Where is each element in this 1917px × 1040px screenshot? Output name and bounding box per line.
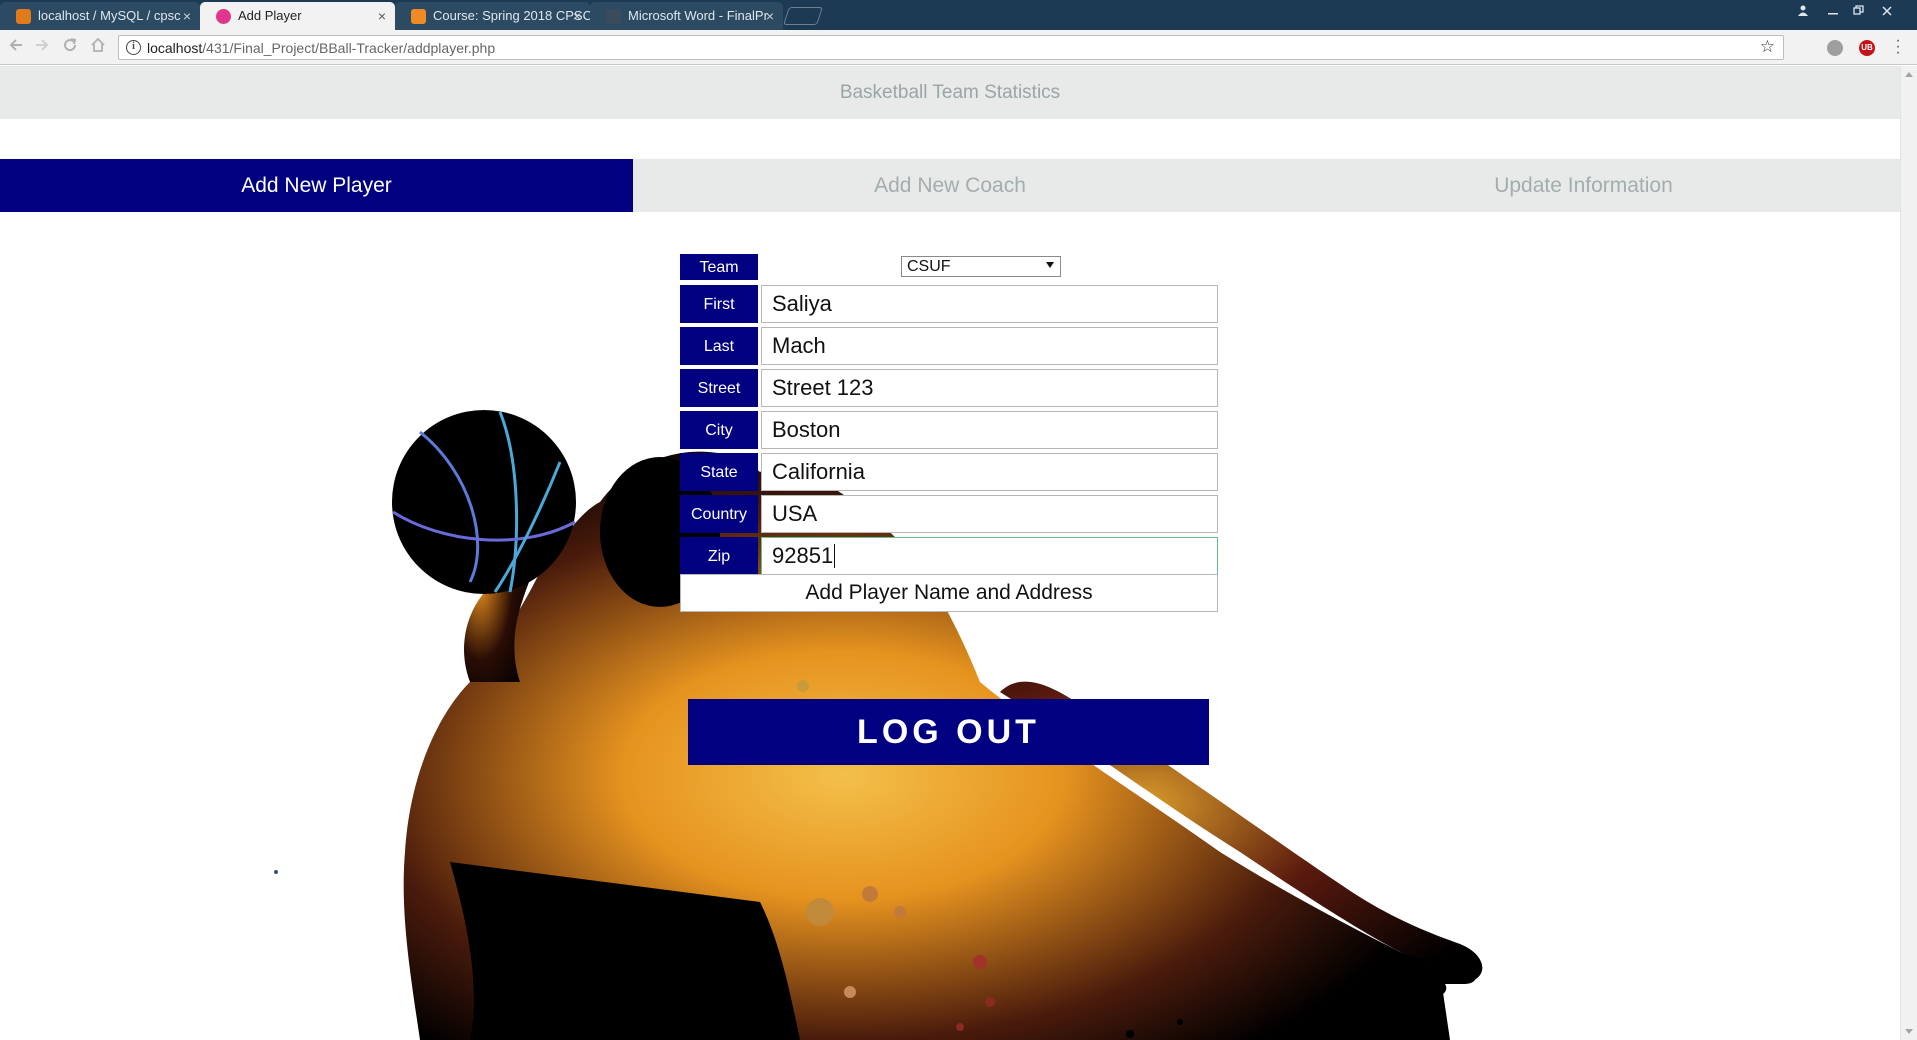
browser-tab-title: Microsoft Word - FinalPr — [628, 8, 768, 23]
browser-tab-title: Add Player — [238, 8, 302, 23]
zip-label: Zip — [680, 537, 758, 575]
page-favicon-icon — [216, 9, 231, 24]
basketball-icon — [392, 410, 576, 594]
minimize-icon[interactable] — [1822, 4, 1844, 20]
profile-icon[interactable] — [1792, 4, 1814, 20]
street-input[interactable]: Street 123 — [761, 369, 1218, 407]
last-name-input[interactable]: Mach — [761, 327, 1218, 365]
dropdown-arrow-icon — [1046, 262, 1054, 268]
zip-row: Zip 92851 — [680, 537, 1218, 575]
moodle-favicon-icon — [411, 9, 426, 24]
tab-close-icon[interactable]: × — [378, 2, 386, 30]
browser-tab-title: localhost / MySQL / cpsc — [38, 8, 181, 23]
tab-close-icon[interactable]: × — [573, 2, 581, 30]
first-name-label: First Name — [680, 285, 758, 351]
scroll-up-arrow-icon[interactable] — [1905, 72, 1913, 77]
browser-tab-course[interactable]: Course: Spring 2018 CPSC × — [395, 2, 590, 30]
street-row: Street Street 123 — [680, 369, 1218, 407]
new-tab-button[interactable] — [783, 7, 823, 25]
site-info-icon[interactable]: i — [126, 40, 141, 55]
city-row: City Boston — [680, 411, 1218, 449]
nav-tab-add-new-coach[interactable]: Add New Coach — [633, 159, 1267, 212]
browser-menu-icon[interactable]: · · · — [1893, 33, 1903, 61]
url-host: localhost — [147, 40, 203, 56]
reload-icon[interactable] — [60, 37, 80, 57]
home-icon[interactable] — [88, 37, 108, 57]
last-name-row: Last Name Mach — [680, 327, 1218, 393]
logout-button[interactable]: LOG OUT — [688, 699, 1209, 765]
city-input[interactable]: Boston — [761, 411, 1218, 449]
state-row: State California — [680, 453, 1218, 491]
tab-close-icon[interactable]: × — [183, 2, 191, 30]
restore-icon[interactable] — [1847, 4, 1869, 20]
browser-tab-title: Course: Spring 2018 CPSC — [433, 8, 590, 23]
street-label: Street — [680, 369, 758, 407]
last-name-label: Last Name — [680, 327, 758, 393]
browser-tab-add-player[interactable]: Add Player × — [200, 2, 395, 30]
page-viewport: Basketball Team Statistics Add New Playe… — [0, 66, 1900, 1040]
first-name-input[interactable]: Saliya — [761, 285, 1218, 323]
forward-arrow-icon[interactable] — [32, 37, 52, 57]
zip-input-value: 92851 — [772, 543, 834, 568]
team-select-value: CSUF — [907, 258, 951, 275]
city-label: City — [680, 411, 758, 449]
tab-close-icon[interactable]: × — [766, 2, 774, 30]
url-text[interactable]: localhost/431/Final_Project/BBall-Tracke… — [147, 40, 495, 56]
country-input[interactable]: USA — [761, 495, 1218, 533]
bookmark-star-icon[interactable]: ☆ — [1760, 37, 1775, 57]
add-player-submit-button[interactable]: Add Player Name and Address — [680, 574, 1218, 612]
first-name-row: First Name Saliya — [680, 285, 1218, 351]
browser-tab-strip: localhost / MySQL / cpsc × Add Player × … — [0, 0, 1917, 30]
document-favicon-icon — [606, 9, 621, 24]
country-row: Country USA — [680, 495, 1218, 533]
browser-toolbar: i localhost/431/Final_Project/BBall-Trac… — [0, 30, 1917, 65]
state-input[interactable]: California — [761, 453, 1218, 491]
nav-tab-update-information[interactable]: Update Information — [1267, 159, 1900, 212]
back-arrow-icon[interactable] — [6, 37, 26, 57]
country-label: Country — [680, 495, 758, 533]
ublock-extension-icon[interactable]: UB — [1859, 40, 1875, 56]
zip-input[interactable]: 92851 — [761, 537, 1218, 575]
state-label: State — [680, 453, 758, 491]
text-caret — [834, 543, 836, 568]
url-path: /431/Final_Project/BBall-Tracker/addplay… — [202, 40, 496, 56]
team-label: Team — [680, 254, 758, 280]
browser-tab-word-doc[interactable]: Microsoft Word - FinalPr × — [590, 2, 783, 30]
page-scrollbar[interactable] — [1900, 66, 1917, 1040]
extension-icon[interactable] — [1827, 40, 1843, 56]
main-navigation: Add New Player Add New Coach Update Info… — [0, 159, 1900, 212]
address-bar[interactable]: i localhost/431/Final_Project/BBall-Trac… — [118, 35, 1784, 60]
site-header: Basketball Team Statistics — [0, 66, 1900, 119]
nav-tab-add-new-player[interactable]: Add New Player — [0, 159, 633, 212]
team-row: Team CSUF — [680, 254, 1218, 280]
scroll-down-arrow-icon[interactable] — [1905, 1029, 1913, 1034]
phpmyadmin-favicon-icon — [16, 9, 31, 24]
team-select[interactable]: CSUF — [901, 256, 1061, 277]
close-window-icon[interactable] — [1876, 4, 1898, 20]
browser-tab-phpmyadmin[interactable]: localhost / MySQL / cpsc × — [0, 2, 200, 30]
